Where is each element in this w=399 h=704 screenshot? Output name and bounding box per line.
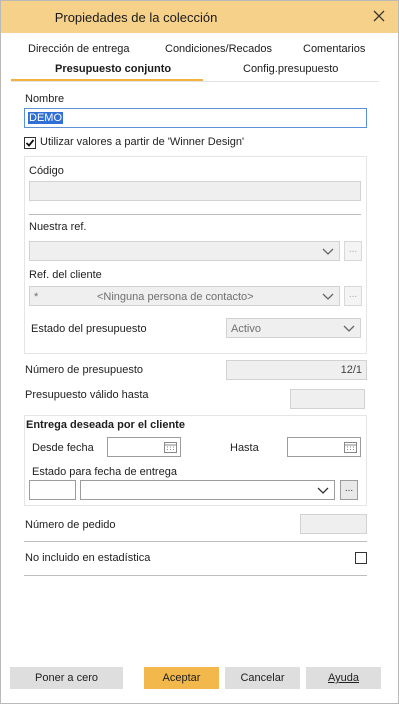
hasta-input[interactable] <box>287 437 361 457</box>
close-button[interactable] <box>365 3 393 29</box>
chevron-down-icon <box>322 293 334 300</box>
chevron-down-icon <box>317 487 329 494</box>
reset-button[interactable]: Poner a cero <box>10 667 123 689</box>
ref-cliente-value: <Ninguna persona de contacto> <box>97 291 254 303</box>
ref-cliente-prefix: * <box>34 291 39 303</box>
estado-presupuesto-select[interactable]: Activo <box>226 318 361 338</box>
tab-direccion-entrega[interactable]: Dirección de entrega <box>28 43 130 55</box>
estado-presupuesto-label: Estado del presupuesto <box>31 323 147 335</box>
entrega-header: Entrega deseada por el cliente <box>26 419 185 431</box>
tab-comentarios[interactable]: Comentarios <box>303 43 365 55</box>
desde-fecha-input[interactable] <box>107 437 181 457</box>
numero-presupuesto-value: 12/1 <box>340 364 362 376</box>
bottom-divider <box>24 575 367 576</box>
estado-presupuesto-value: Activo <box>231 323 261 335</box>
tab-divider <box>11 81 379 82</box>
close-icon <box>373 10 385 22</box>
valido-hasta-input[interactable] <box>290 389 365 409</box>
numero-pedido-label: Número de pedido <box>25 519 116 531</box>
codigo-label: Código <box>29 165 64 177</box>
collection-properties-dialog: Propiedades de la colección Dirección de… <box>0 0 399 704</box>
desde-fecha-label: Desde fecha <box>32 442 94 454</box>
nuestra-ref-browse-button[interactable]: ... <box>344 241 362 261</box>
help-button[interactable]: Ayuda <box>306 667 381 689</box>
valido-hasta-label: Presupuesto válido hasta <box>25 389 149 401</box>
calendar-icon[interactable] <box>164 441 177 453</box>
title-bar[interactable]: Propiedades de la colección <box>1 1 398 33</box>
no-incluido-checkbox[interactable] <box>355 552 367 564</box>
pedido-divider <box>24 541 367 542</box>
nuestra-ref-select[interactable] <box>29 241 340 261</box>
use-winner-label: Utilizar valores a partir de 'Winner Des… <box>40 136 245 148</box>
numero-presupuesto-label: Número de presupuesto <box>25 364 144 376</box>
estado-entrega-select[interactable] <box>80 480 335 500</box>
codigo-input[interactable] <box>29 181 361 201</box>
active-tab-indicator <box>11 79 203 81</box>
numero-pedido-input[interactable] <box>300 514 367 534</box>
tab-condiciones-recados[interactable]: Condiciones/Recados <box>165 43 272 55</box>
estado-entrega-label: Estado para fecha de entrega <box>32 466 177 478</box>
checkmark-icon <box>24 137 36 149</box>
ref-cliente-label: Ref. del cliente <box>29 269 102 281</box>
chevron-down-icon <box>343 325 355 332</box>
estado-entrega-code-input[interactable] <box>29 480 76 500</box>
hasta-label: Hasta <box>230 442 259 454</box>
codigo-divider <box>29 214 361 215</box>
numero-presupuesto-input[interactable]: 12/1 <box>226 360 367 380</box>
nombre-value: DEMO <box>28 112 63 124</box>
nuestra-ref-label: Nuestra ref. <box>29 221 87 233</box>
accept-button[interactable]: Aceptar <box>144 667 219 689</box>
ref-cliente-browse-button[interactable]: ... <box>344 286 362 306</box>
tab-presupuesto-conjunto[interactable]: Presupuesto conjunto <box>55 63 171 75</box>
use-winner-checkbox[interactable] <box>24 137 36 149</box>
tab-config-presupuesto[interactable]: Config.presupuesto <box>243 63 338 75</box>
nombre-label: Nombre <box>25 93 65 105</box>
chevron-down-icon <box>322 248 334 255</box>
ref-cliente-select[interactable]: * <Ninguna persona de contacto> <box>29 286 340 306</box>
calendar-icon[interactable] <box>344 441 357 453</box>
cancel-button[interactable]: Cancelar <box>225 667 300 689</box>
window-title: Propiedades de la colección <box>54 10 218 25</box>
nombre-input[interactable]: DEMO <box>24 108 367 128</box>
no-incluido-label: No incluido en estadística <box>25 552 151 564</box>
estado-entrega-browse-button[interactable]: ... <box>340 480 358 500</box>
